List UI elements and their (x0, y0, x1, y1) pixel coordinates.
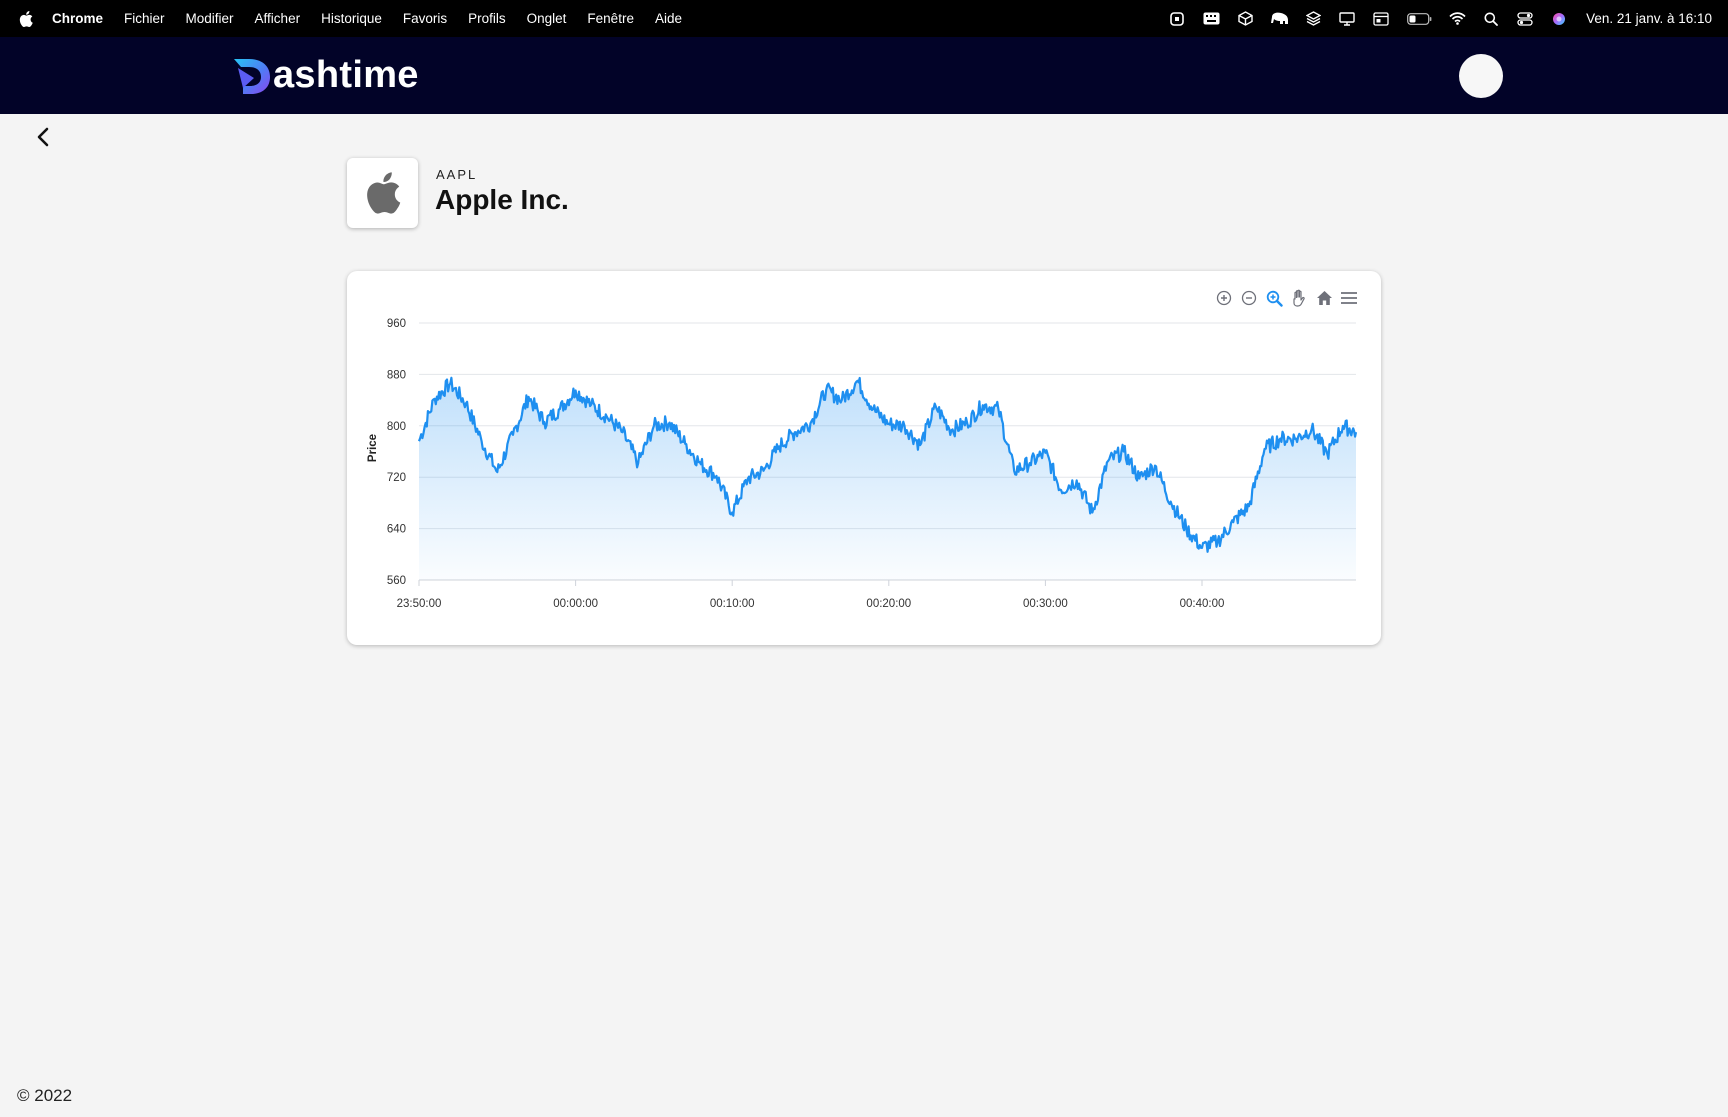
y-axis-title: Price (367, 434, 379, 462)
zoom-out-icon (1241, 290, 1257, 306)
brand-name: ashtime (273, 54, 419, 96)
y-tick-label: 560 (387, 575, 406, 587)
dashtime-logo-icon (234, 59, 270, 94)
pan-button[interactable] (1289, 288, 1309, 308)
menu-fichier[interactable]: Fichier (124, 11, 165, 26)
zoom-in-icon (1216, 290, 1232, 306)
menu-historique[interactable]: Historique (321, 11, 382, 26)
pan-hand-icon (1292, 289, 1305, 307)
x-tick-label: 00:10:00 (710, 598, 755, 610)
spotlight-search-icon[interactable] (1482, 11, 1500, 27)
y-tick-label: 960 (387, 318, 406, 330)
user-avatar[interactable] (1459, 54, 1503, 98)
x-tick-label: 00:30:00 (1023, 598, 1068, 610)
menu-modifier[interactable]: Modifier (186, 11, 234, 26)
menu-afficher[interactable]: Afficher (255, 11, 301, 26)
y-tick-label: 880 (387, 369, 406, 381)
apple-menu-icon[interactable] (0, 10, 52, 27)
price-chart-card: 560 640 720 800 880 960 23:50:00 00:00:00 00:10:… (347, 271, 1381, 645)
zoom-out-button[interactable] (1239, 288, 1259, 308)
cube-icon[interactable] (1236, 11, 1254, 27)
footer-copyright: © 2022 (17, 1086, 73, 1105)
menu-icon (1341, 292, 1357, 304)
price-chart[interactable]: 560 640 720 800 880 960 23:50:00 00:00:00 00:10:… (347, 271, 1381, 645)
reset-zoom-button[interactable] (1314, 288, 1334, 308)
layers-icon[interactable] (1304, 11, 1322, 27)
chevron-left-icon (37, 127, 49, 147)
selection-zoom-icon (1266, 290, 1283, 307)
menu-bar-status-area: Ven. 21 janv. à 16:10 (1168, 0, 1712, 37)
x-tick-label: 00:40:00 (1180, 598, 1225, 610)
keyboard-icon[interactable] (1202, 11, 1220, 27)
y-tick-label: 720 (387, 472, 406, 484)
y-tick-label: 800 (387, 421, 406, 433)
menu-profils[interactable]: Profils (468, 11, 506, 26)
wifi-icon[interactable] (1448, 11, 1466, 27)
menu-aide[interactable]: Aide (655, 11, 682, 26)
dashtime-logo[interactable]: ashtime (232, 55, 419, 95)
app-header: ashtime (0, 37, 1728, 114)
menu-onglet[interactable]: Onglet (527, 11, 567, 26)
menu-fenetre[interactable]: Fenêtre (587, 11, 634, 26)
menu-favoris[interactable]: Favoris (403, 11, 447, 26)
reset-home-icon (1316, 291, 1332, 305)
elephant-icon[interactable] (1270, 11, 1289, 27)
screen-record-icon[interactable] (1168, 11, 1186, 27)
apple-logo-icon (366, 172, 400, 214)
selection-zoom-button[interactable] (1264, 288, 1284, 308)
window-icon[interactable] (1372, 11, 1390, 27)
zoom-in-button[interactable] (1214, 288, 1234, 308)
display-icon[interactable] (1338, 11, 1356, 27)
macos-menu-bar: Chrome Fichier Modifier Afficher Histori… (0, 0, 1728, 37)
company-logo (347, 158, 418, 228)
chart-menu-button[interactable] (1339, 288, 1359, 308)
battery-icon[interactable] (1406, 11, 1432, 27)
x-tick-label: 00:00:00 (553, 598, 598, 610)
x-tick-label: 00:20:00 (866, 598, 911, 610)
menu-bar-clock[interactable]: Ven. 21 janv. à 16:10 (1586, 11, 1712, 26)
chart-toolbar (1214, 288, 1359, 308)
stock-ticker: AAPL (436, 167, 478, 182)
back-button[interactable] (30, 124, 56, 150)
x-tick-label: 23:50:00 (397, 598, 442, 610)
control-center-icon[interactable] (1516, 11, 1534, 27)
y-tick-label: 640 (387, 524, 406, 536)
menu-app-name[interactable]: Chrome (52, 11, 103, 26)
company-name: Apple Inc. (435, 184, 569, 215)
siri-icon[interactable] (1550, 11, 1568, 27)
